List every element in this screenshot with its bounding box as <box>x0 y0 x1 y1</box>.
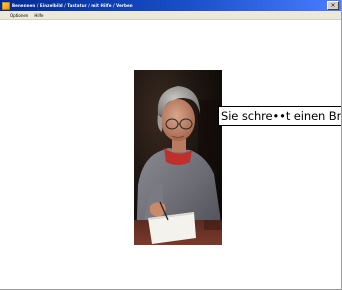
window-title: Benennen / Einzelbild / Tastatur / mit H… <box>12 3 133 8</box>
woman-writing-illustration <box>134 70 222 245</box>
menu-hilfe[interactable]: Hilfe <box>31 11 46 20</box>
title-bar[interactable]: Benennen / Einzelbild / Tastatur / mit H… <box>0 0 341 11</box>
window-controls: × <box>327 1 339 10</box>
woman-writing-photo <box>134 70 222 245</box>
application-window: Benennen / Einzelbild / Tastatur / mit H… <box>0 0 342 290</box>
content-area: Sie schre••t einen Brief. <box>0 20 341 290</box>
close-icon: × <box>330 1 336 9</box>
caption-box: Sie schre••t einen Brief. <box>218 106 341 126</box>
caption-text: Sie schre••t einen Brief. <box>221 109 341 123</box>
menu-bar: Optionen Hilfe <box>0 11 341 20</box>
close-button[interactable]: × <box>327 1 339 10</box>
app-icon[interactable] <box>2 1 10 10</box>
menu-optionen[interactable]: Optionen <box>0 11 31 20</box>
